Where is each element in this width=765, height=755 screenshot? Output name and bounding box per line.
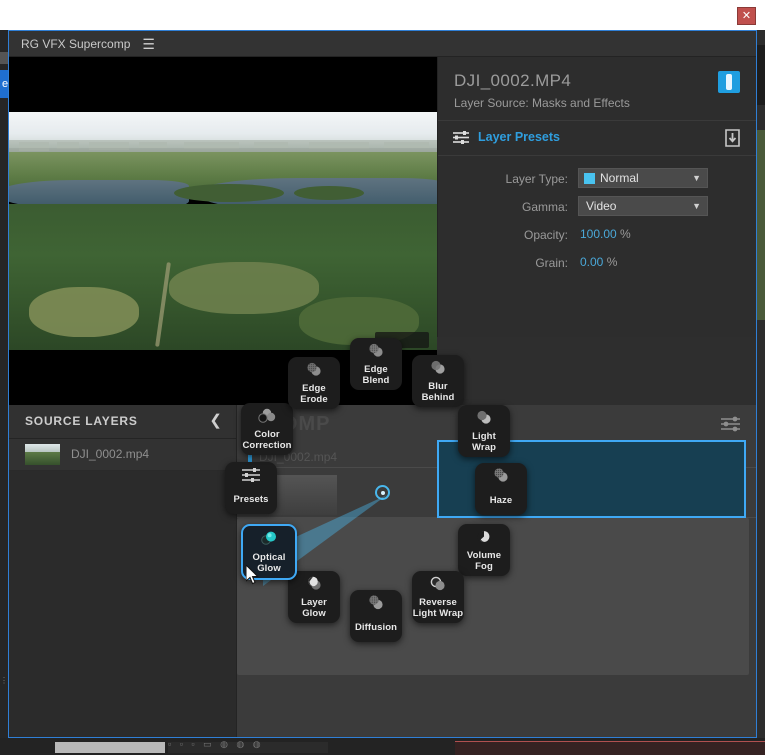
layer-type-dropdown[interactable]: Normal ▼ bbox=[578, 168, 708, 188]
sliders-icon bbox=[240, 467, 262, 483]
gamma-dropdown[interactable]: Video ▼ bbox=[578, 196, 708, 216]
field-opacity: Opacity: 100.00 % bbox=[438, 224, 756, 248]
effect-tile-label: Color Correction bbox=[242, 429, 292, 451]
layer-type-label: Layer Type: bbox=[505, 172, 568, 186]
reverse-light-wrap-icon bbox=[427, 576, 449, 592]
layer-type-swatch bbox=[584, 173, 595, 184]
layer-source-label: Layer Source: Masks and Effects bbox=[454, 96, 630, 110]
source-layers-header: SOURCE LAYERS ❮ bbox=[9, 405, 236, 439]
gamma-value: Video bbox=[586, 199, 617, 213]
properties-header: DJI_0002.MP4 Layer Source: Masks and Eff… bbox=[438, 57, 756, 121]
effect-tile-label: Light Wrap bbox=[472, 431, 496, 453]
effect-tile-edge-erode[interactable]: Edge Erode bbox=[288, 357, 340, 409]
layer-presets-link[interactable]: Layer Presets bbox=[478, 130, 560, 144]
effect-tile-label: Reverse Light Wrap bbox=[412, 597, 464, 619]
sliders-icon[interactable] bbox=[452, 130, 470, 145]
preview-island-2 bbox=[294, 186, 364, 200]
volume-fog-icon bbox=[473, 529, 495, 545]
layer-name-title: DJI_0002.MP4 bbox=[454, 71, 572, 90]
effect-tile-color-correction[interactable]: Color Correction bbox=[241, 403, 293, 455]
effect-tile-label: Diffusion bbox=[354, 621, 398, 633]
host-bottom-red-track bbox=[455, 741, 765, 755]
opacity-unit: % bbox=[620, 227, 631, 241]
chevron-down-icon: ▼ bbox=[692, 173, 701, 183]
haze-icon bbox=[490, 468, 512, 484]
field-layer-type: Layer Type: Normal ▼ bbox=[438, 168, 756, 192]
edge-blend-icon bbox=[365, 343, 387, 359]
effect-tile-label: Edge Blend bbox=[362, 364, 390, 386]
effect-tile-edge-blend[interactable]: Edge Blend bbox=[350, 338, 402, 390]
optical-glow-icon bbox=[258, 531, 280, 547]
lower-region: SOURCE LAYERS ❮ DJI_0002.mp4 RCOMP bbox=[9, 405, 756, 737]
close-window-button[interactable]: ✕ bbox=[737, 7, 756, 25]
source-layers-title: SOURCE LAYERS bbox=[25, 414, 138, 428]
layer-properties-panel: DJI_0002.MP4 Layer Source: Masks and Eff… bbox=[437, 57, 756, 337]
field-gamma: Gamma: Video ▼ bbox=[438, 196, 756, 220]
window-titlebar: RG VFX Supercomp ☰ bbox=[9, 31, 756, 57]
effect-tile-presets[interactable]: Presets bbox=[225, 462, 277, 514]
effect-tile-label: Layer Glow bbox=[301, 597, 327, 619]
grain-label: Grain: bbox=[535, 256, 568, 270]
color-wheels-icon bbox=[256, 408, 278, 424]
mouse-cursor bbox=[246, 565, 259, 585]
preview-video-frame bbox=[9, 112, 437, 350]
host-top-white-area bbox=[0, 0, 765, 30]
field-grain: Grain: 0.00 % bbox=[438, 252, 756, 276]
effect-tile-label: Presets bbox=[233, 493, 269, 505]
gamma-label: Gamma: bbox=[521, 200, 568, 214]
opacity-label: Opacity: bbox=[523, 228, 568, 242]
effect-tile-volume-fog[interactable]: Volume Fog bbox=[458, 524, 510, 576]
grain-number: 0.00 bbox=[580, 255, 604, 269]
preview-clearing-1 bbox=[29, 287, 139, 337]
blur-behind-icon bbox=[427, 360, 449, 376]
comp-settings-icon[interactable] bbox=[720, 415, 742, 433]
preview-clearing-2 bbox=[169, 262, 319, 314]
effect-tile-label: Edge Erode bbox=[300, 383, 328, 405]
opacity-value[interactable]: 100.00 % bbox=[580, 227, 631, 241]
host-bottom-icon-row: ▫ ▫ ▫ ▭ ◍ ◍ ◍ bbox=[168, 739, 264, 749]
host-bottom-segment-1 bbox=[55, 742, 165, 753]
chevron-left-icon[interactable]: ❮ bbox=[209, 411, 222, 429]
diffusion-icon bbox=[365, 595, 387, 611]
save-preset-icon[interactable] bbox=[723, 128, 742, 148]
window-title: RG VFX Supercomp bbox=[21, 36, 131, 51]
layer-type-value: Normal bbox=[600, 171, 639, 185]
app-root: en ⋮ ▫ ▫ ▫ ▭ ◍ ◍ ◍ ✕ RG VFX Supercomp ☰ bbox=[0, 0, 765, 755]
effect-tile-label: Haze bbox=[489, 494, 513, 506]
layer-presets-row: Layer Presets bbox=[438, 121, 756, 156]
effect-tile-reverse-light-wrap[interactable]: Reverse Light Wrap bbox=[412, 571, 464, 623]
effect-tile-haze[interactable]: Haze bbox=[475, 463, 527, 515]
source-layers-panel: SOURCE LAYERS ❮ DJI_0002.mp4 bbox=[9, 405, 237, 737]
opacity-number: 100.00 bbox=[580, 227, 617, 241]
layer-visibility-toggle[interactable] bbox=[718, 71, 740, 93]
effect-tile-layer-glow[interactable]: Layer Glow bbox=[288, 571, 340, 623]
preview-island-1 bbox=[174, 184, 284, 202]
grain-value[interactable]: 0.00 % bbox=[580, 255, 617, 269]
video-thumbnail bbox=[25, 444, 60, 465]
effect-tile-diffusion[interactable]: Diffusion bbox=[350, 590, 402, 642]
chevron-down-icon: ▼ bbox=[692, 201, 701, 211]
light-wrap-icon bbox=[473, 410, 495, 426]
effect-tile-blur-behind[interactable]: Blur Behind bbox=[412, 355, 464, 407]
effect-tile-label: Blur Behind bbox=[421, 381, 455, 403]
anchor-point-icon[interactable] bbox=[375, 485, 390, 500]
effect-tile-label: Volume Fog bbox=[466, 550, 502, 572]
hamburger-menu-icon[interactable]: ☰ bbox=[142, 37, 155, 51]
effect-tile-light-wrap[interactable]: Light Wrap bbox=[458, 405, 510, 457]
layer-glow-icon bbox=[303, 576, 325, 592]
list-item[interactable]: DJI_0002.mp4 bbox=[9, 439, 236, 471]
grain-unit: % bbox=[606, 255, 618, 269]
source-layer-name: DJI_0002.mp4 bbox=[71, 447, 150, 461]
edge-erode-icon bbox=[303, 362, 325, 378]
